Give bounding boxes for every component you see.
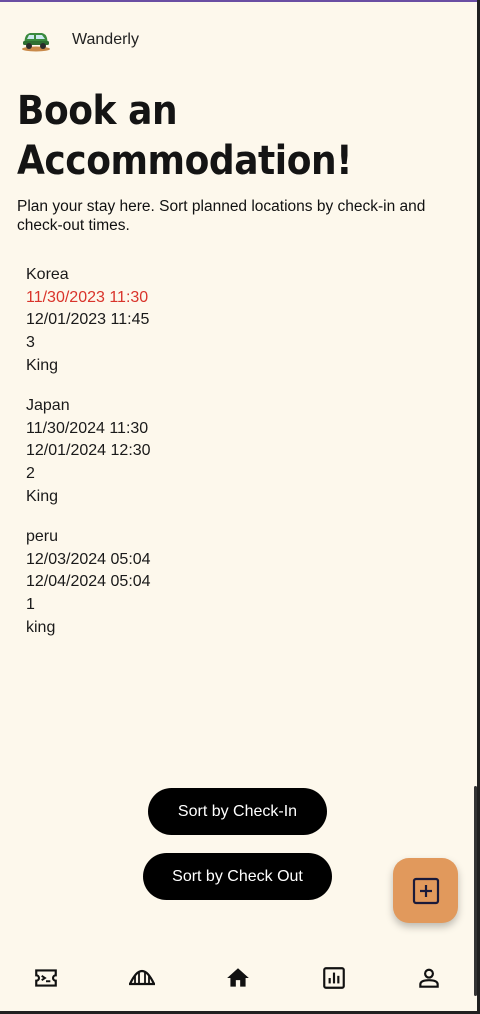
check-out-text: 12/04/2024 05:04 bbox=[26, 573, 151, 591]
nav-tickets[interactable] bbox=[30, 962, 62, 994]
nav-analytics[interactable] bbox=[318, 962, 350, 994]
add-accommodation-button[interactable] bbox=[393, 858, 458, 923]
bottom-navigation bbox=[0, 958, 477, 998]
location-text: Korea bbox=[26, 266, 69, 283]
accommodation-item[interactable]: Japan 11/30/2024 11:30 12/01/2024 12:30 … bbox=[26, 395, 326, 509]
nav-profile[interactable] bbox=[413, 962, 445, 994]
add-box-icon bbox=[412, 877, 439, 904]
bed-type-text: King bbox=[26, 487, 59, 505]
guests-text: 1 bbox=[26, 596, 35, 614]
app-bar: Wanderly bbox=[20, 26, 139, 54]
bridge-icon bbox=[129, 969, 155, 986]
check-in-text: 11/30/2023 11:30 bbox=[26, 288, 149, 306]
bed-type-text: king bbox=[26, 618, 56, 636]
guests-text: 3 bbox=[26, 334, 35, 352]
sort-by-check-in-button[interactable]: Sort by Check-In bbox=[148, 788, 327, 835]
accommodation-item[interactable]: Korea 11/30/2023 11:30 12/01/2023 11:45 … bbox=[26, 264, 326, 378]
ticket-icon bbox=[35, 969, 57, 987]
location-text: Japan bbox=[26, 397, 70, 415]
accommodation-list: Korea 11/30/2023 11:30 12/01/2023 11:45 … bbox=[26, 264, 326, 657]
check-in-text: 12/03/2024 05:04 bbox=[26, 550, 151, 568]
sort-by-check-out-button[interactable]: Sort by Check Out bbox=[143, 853, 332, 900]
bed-type-text: King bbox=[26, 356, 59, 374]
check-in-text: 11/30/2024 11:30 bbox=[26, 419, 149, 437]
check-out-text: 12/01/2023 11:45 bbox=[26, 311, 150, 329]
home-icon bbox=[227, 968, 249, 987]
page-subtitle: Plan your stay here. Sort planned locati… bbox=[17, 198, 426, 234]
location-text: peru bbox=[26, 528, 59, 546]
page-title: Book an Accommodation! bbox=[17, 88, 353, 184]
person-icon bbox=[419, 968, 439, 988]
app-title: Wanderly bbox=[72, 31, 139, 48]
accommodation-item[interactable]: peru 12/03/2024 05:04 12/04/2024 05:04 1… bbox=[26, 526, 326, 640]
analytics-icon bbox=[323, 967, 345, 989]
guests-text: 2 bbox=[26, 465, 35, 483]
nav-destinations[interactable] bbox=[126, 962, 158, 994]
top-accent-line bbox=[0, 0, 480, 2]
nav-home[interactable] bbox=[222, 962, 254, 994]
check-out-text: 12/01/2024 12:30 bbox=[26, 442, 151, 460]
car-icon[interactable] bbox=[20, 27, 52, 53]
